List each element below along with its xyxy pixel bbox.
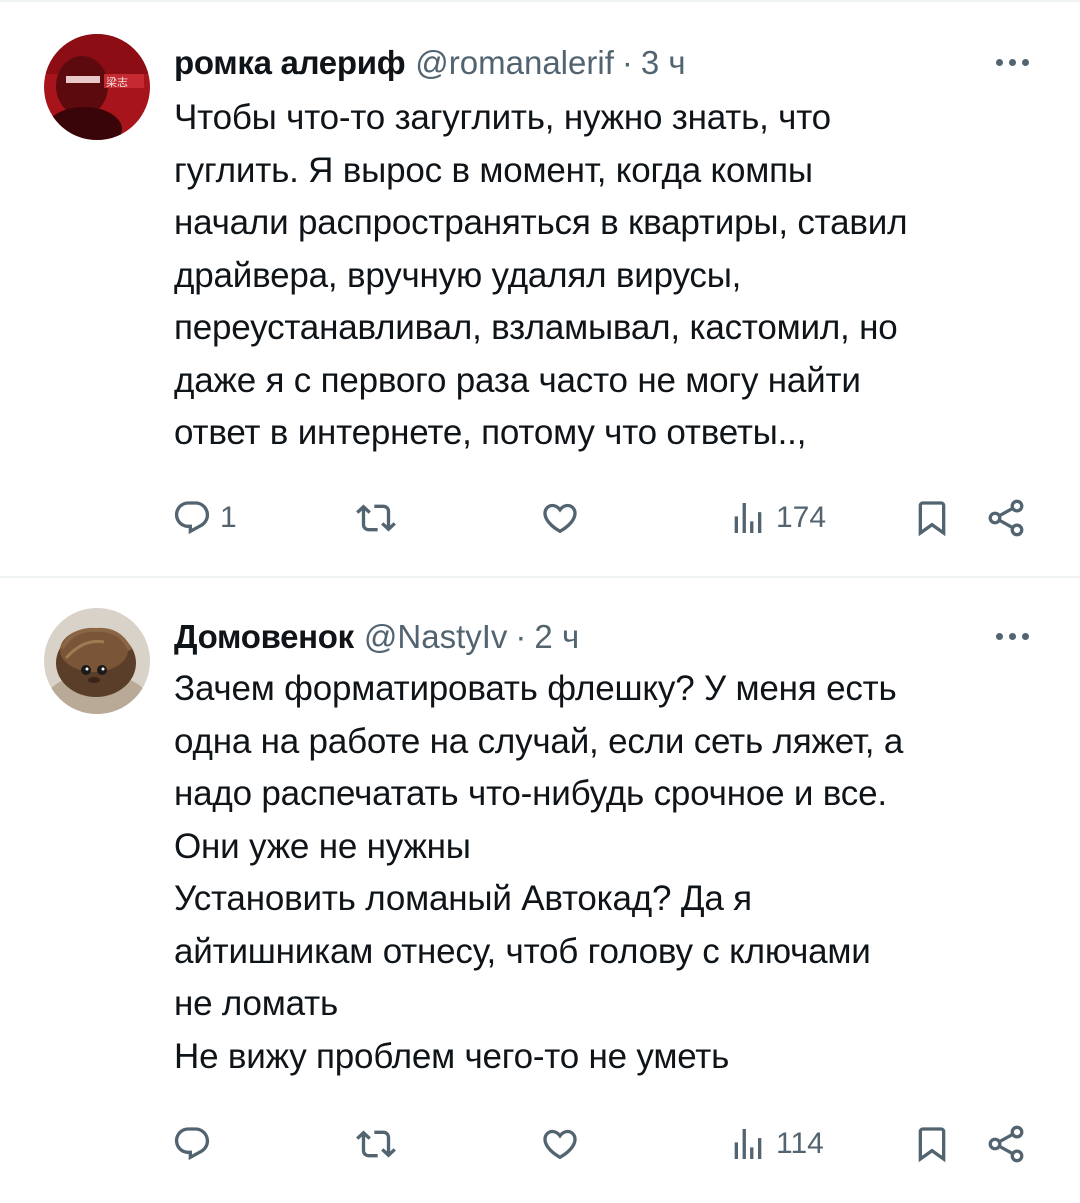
- views-icon: [734, 1129, 762, 1159]
- views-count: 174: [776, 501, 827, 534]
- views-count: 114: [776, 1127, 824, 1160]
- more-icon: [995, 58, 1003, 66]
- share-button[interactable]: [984, 1114, 1028, 1174]
- avatar[interactable]: [44, 608, 150, 714]
- tweet-text-line: переустанавливал, взламывал, кастомил, н…: [174, 308, 898, 347]
- tweet-text-line: Установить ломаный Автокад? Да я: [174, 879, 752, 918]
- tweet-text: Чтобы что-то загуглить, нужно знать, что…: [174, 92, 1054, 460]
- like-button[interactable]: [540, 488, 588, 548]
- tweet-text-line: Они уже не нужны: [174, 826, 471, 866]
- tweet-text-line: одна на работе на случай, если сеть ляже…: [174, 721, 904, 761]
- tweet-header: ромка алериф @romanalerif · 3 ч: [174, 38, 686, 88]
- tweet-text-line: Не вижу проблем чего-то не уметь: [174, 1036, 730, 1076]
- reply-button[interactable]: 1: [172, 488, 237, 548]
- like-icon: [543, 1129, 577, 1160]
- share-icon: [988, 499, 1024, 537]
- views-button[interactable]: 174: [728, 488, 826, 548]
- share-icon: [988, 1125, 1024, 1163]
- tweet-text-line: начали распространяться в квартиры, став…: [174, 203, 908, 242]
- reply-icon: [174, 1127, 210, 1161]
- tweet-text-line: драйвера, вручную удалял вирусы,: [174, 255, 742, 295]
- bookmark-icon: [918, 1127, 946, 1163]
- tweet-text: Зачем форматировать флешку? У меня есть …: [174, 663, 1054, 1083]
- like-button[interactable]: [540, 1114, 588, 1174]
- tweet-text-line: надо распечатать что-нибудь срочное и вс…: [174, 774, 887, 813]
- bookmark-icon: [918, 501, 946, 537]
- timestamp[interactable]: 2 ч: [534, 617, 579, 657]
- reply-icon: [174, 501, 210, 535]
- timestamp[interactable]: 3 ч: [641, 43, 686, 83]
- tweet[interactable]: Домовенок @NastyIv · 2 ч Зачем форматиро…: [0, 578, 1080, 1203]
- tweet-text-line: Чтобы что-то загуглить, нужно знать, что: [174, 98, 831, 137]
- repost-button[interactable]: [356, 488, 404, 548]
- share-button[interactable]: [984, 488, 1028, 548]
- author-name[interactable]: ромка алериф: [174, 43, 406, 83]
- bookmark-button[interactable]: [912, 488, 952, 548]
- author-handle[interactable]: @NastyIv: [364, 617, 508, 657]
- action-bar: 114: [0, 1114, 1080, 1174]
- avatar[interactable]: 梁志: [44, 34, 150, 140]
- tweet-text-line: не ломать: [174, 984, 339, 1023]
- tweet[interactable]: 梁志 ромка алериф @romanalerif · 3 ч Чтобы…: [0, 0, 1080, 576]
- bookmark-button[interactable]: [912, 1114, 952, 1174]
- tweet-header: Домовенок @NastyIv · 2 ч: [174, 612, 579, 662]
- action-bar: 1 174: [0, 488, 1080, 548]
- repost-icon: [356, 1130, 396, 1158]
- red-portrait-avatar-icon: 梁志: [44, 34, 150, 140]
- author-name[interactable]: Домовенок: [174, 617, 354, 657]
- tweet-text-line: гуглить. Я вырос в момент, когда компы: [174, 150, 813, 190]
- tweet-text-line: ответ в интернете, потому что ответы..,: [174, 413, 807, 452]
- domovenok-avatar-icon: [44, 608, 150, 714]
- more-icon: [995, 632, 1003, 640]
- svg-text:梁志: 梁志: [106, 75, 128, 89]
- reply-count: 1: [220, 501, 237, 534]
- repost-icon: [356, 504, 396, 532]
- tweet-text-line: Зачем форматировать флешку? У меня есть: [174, 669, 897, 708]
- author-handle[interactable]: @romanalerif: [415, 43, 614, 83]
- reply-button[interactable]: [172, 1114, 220, 1174]
- repost-button[interactable]: [356, 1114, 404, 1174]
- views-button[interactable]: 114: [728, 1114, 824, 1174]
- separator: ·: [515, 618, 527, 655]
- tweet-text-line: даже я с первого раза часто не могу найт…: [174, 360, 861, 400]
- more-button[interactable]: [988, 616, 1036, 656]
- tweet-text-line: айтишникам отнесу, чтоб голову с ключами: [174, 931, 871, 971]
- separator: ·: [621, 44, 633, 81]
- more-button[interactable]: [988, 42, 1036, 82]
- views-icon: [734, 503, 762, 533]
- like-icon: [543, 503, 577, 534]
